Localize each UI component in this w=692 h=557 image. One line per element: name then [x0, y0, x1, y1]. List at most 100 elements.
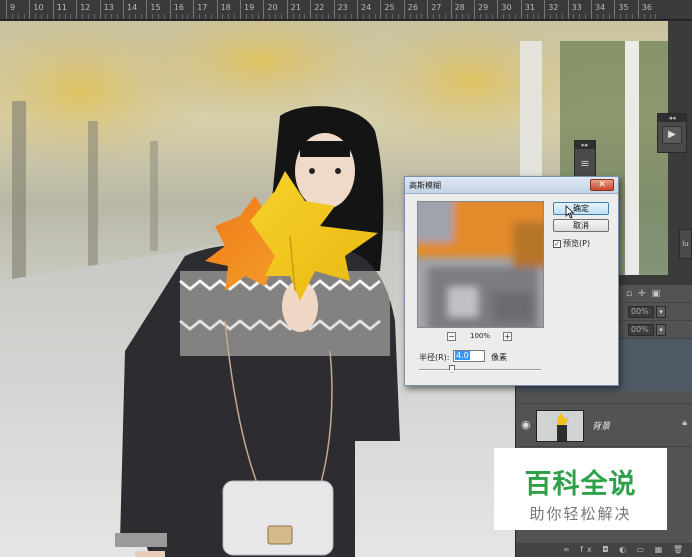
ruler-label: 10 — [33, 3, 44, 12]
ruler-minor-tick — [538, 14, 540, 19]
ruler-minor-tick — [111, 14, 113, 19]
ruler-tick: 15 — [146, 0, 161, 19]
radius-label: 半径(R): — [419, 353, 450, 362]
ruler-minor-tick — [386, 14, 388, 19]
ruler-minor-tick — [345, 14, 347, 19]
ruler-minor-tick — [41, 14, 43, 19]
ruler-label: 14 — [127, 3, 138, 12]
ruler-tick: 11 — [52, 0, 67, 19]
ruler-tick: 22 — [310, 0, 324, 19]
ruler-tick: 32 — [544, 0, 558, 19]
ruler-minor-tick — [46, 14, 48, 19]
blur-preview[interactable] — [417, 201, 544, 328]
ruler-minor-tick — [82, 14, 84, 19]
ruler-minor-tick — [655, 14, 657, 19]
ruler-minor-tick — [23, 14, 25, 19]
ruler-minor-tick — [585, 14, 587, 19]
ruler-label: 32 — [548, 3, 559, 12]
ok-button[interactable]: 确定 — [553, 202, 609, 215]
fill-dropdown-icon[interactable]: ▾ — [656, 324, 666, 336]
panel-expand-icon[interactable]: ◂◂ — [658, 114, 686, 122]
zoom-out-button[interactable]: − — [447, 332, 456, 341]
cancel-button[interactable]: 取消 — [553, 219, 609, 232]
properties-icon[interactable]: ≡ — [579, 157, 591, 171]
ruler-minor-tick — [175, 14, 177, 19]
close-icon[interactable]: ✕ — [590, 179, 614, 191]
ruler-minor-tick — [438, 14, 440, 19]
ruler-tick: 28 — [450, 0, 465, 19]
layer-lock-icon: 🔒︎ — [682, 418, 687, 428]
ruler-minor-tick — [298, 14, 300, 19]
checkbox-checked-icon[interactable]: ✓ — [553, 239, 561, 248]
ruler-label: 33 — [571, 3, 582, 12]
ruler-minor-tick — [608, 14, 610, 19]
layers-footer-icons[interactable]: ∞ fx ◘ ◐ ▭ ▦ 🗑 — [516, 543, 692, 557]
ruler-minor-tick — [550, 14, 552, 19]
ruler-minor-tick — [421, 14, 423, 19]
zoom-value: 100% — [470, 332, 491, 340]
side-panel-tab[interactable]: lu — [679, 229, 692, 259]
ruler-minor-tick — [58, 14, 60, 19]
panel-collapse-icon[interactable]: ▸▸ — [575, 141, 595, 149]
ruler-minor-tick — [117, 14, 119, 19]
zoom-in-button[interactable]: + — [503, 332, 512, 341]
ruler-label: 35 — [618, 3, 629, 12]
ruler-label: 12 — [80, 3, 91, 12]
preview-label: 预览(P) — [563, 239, 591, 248]
fill-field[interactable]: 00% — [628, 324, 654, 336]
ruler-minor-tick — [561, 14, 563, 19]
ruler-label: 19 — [244, 3, 255, 12]
lock-options-icons[interactable]: ▫✛▣ — [626, 289, 666, 299]
ruler-minor-tick — [87, 14, 89, 19]
preview-checkbox[interactable]: ✓ 预览(P) — [553, 238, 590, 249]
ruler-minor-tick — [280, 14, 282, 19]
ruler-minor-tick — [509, 14, 511, 19]
ruler-minor-tick — [222, 14, 224, 19]
visibility-eye-icon[interactable]: ◉ — [521, 418, 531, 431]
ruler-minor-tick — [152, 14, 154, 19]
ruler-label: 21 — [290, 3, 301, 12]
ruler-tick: 36 — [637, 0, 652, 19]
ruler-minor-tick — [228, 14, 230, 19]
layer-row-background[interactable]: ◉ 背景 🔒︎ — [516, 403, 692, 447]
ruler-label: 18 — [220, 3, 231, 12]
ruler-label: 24 — [361, 3, 372, 12]
radius-unit: 像素 — [491, 353, 507, 362]
ruler-label: 22 — [314, 3, 325, 12]
ruler-minor-tick — [643, 14, 645, 19]
layer-name[interactable]: 背景 — [592, 419, 610, 432]
ruler-minor-tick — [444, 14, 446, 19]
ruler-tick: 16 — [169, 0, 184, 19]
radius-slider-thumb[interactable] — [448, 365, 455, 373]
actions-panel[interactable]: ◂◂ ▶ — [657, 113, 687, 153]
opacity-dropdown-icon[interactable]: ▾ — [656, 306, 666, 318]
play-icon[interactable]: ▶ — [662, 126, 682, 144]
ruler-minor-tick — [579, 14, 581, 19]
watermark-logo: 百科全说 助你轻松解决 — [494, 448, 667, 530]
radius-value[interactable]: 4.0 — [455, 351, 470, 360]
ruler-minor-tick — [532, 14, 534, 19]
ruler-minor-tick — [275, 14, 277, 19]
ruler-minor-tick — [269, 14, 271, 19]
radius-slider-track[interactable] — [419, 369, 541, 371]
ruler-tick: 9 — [6, 0, 15, 19]
ruler-tick: 24 — [357, 0, 371, 19]
ruler-tick: 20 — [263, 0, 278, 19]
ruler-tick: 12 — [76, 0, 90, 19]
ruler-tick: 27 — [427, 0, 441, 19]
ruler-minor-tick — [181, 14, 183, 19]
radius-input[interactable]: 4.0 — [453, 350, 485, 362]
opacity-field[interactable]: 00% — [628, 306, 654, 318]
ruler-minor-tick — [17, 14, 19, 19]
dialog-titlebar[interactable]: 高斯模糊 ✕ — [405, 177, 618, 194]
ruler-minor-tick — [251, 14, 253, 19]
horizontal-ruler: 9 10 11 12 13 14 15 16 17 18 19 20 21 22 23 24 25 26 27 28 2… — [0, 0, 692, 20]
ruler-minor-tick — [620, 14, 622, 19]
ruler-minor-tick — [602, 14, 604, 19]
ruler-minor-tick — [555, 14, 557, 19]
ruler-minor-tick — [105, 14, 107, 19]
ruler-minor-tick — [468, 14, 470, 19]
ruler-minor-tick — [374, 14, 376, 19]
ruler-minor-tick — [368, 14, 370, 19]
ruler-minor-tick — [339, 14, 341, 19]
